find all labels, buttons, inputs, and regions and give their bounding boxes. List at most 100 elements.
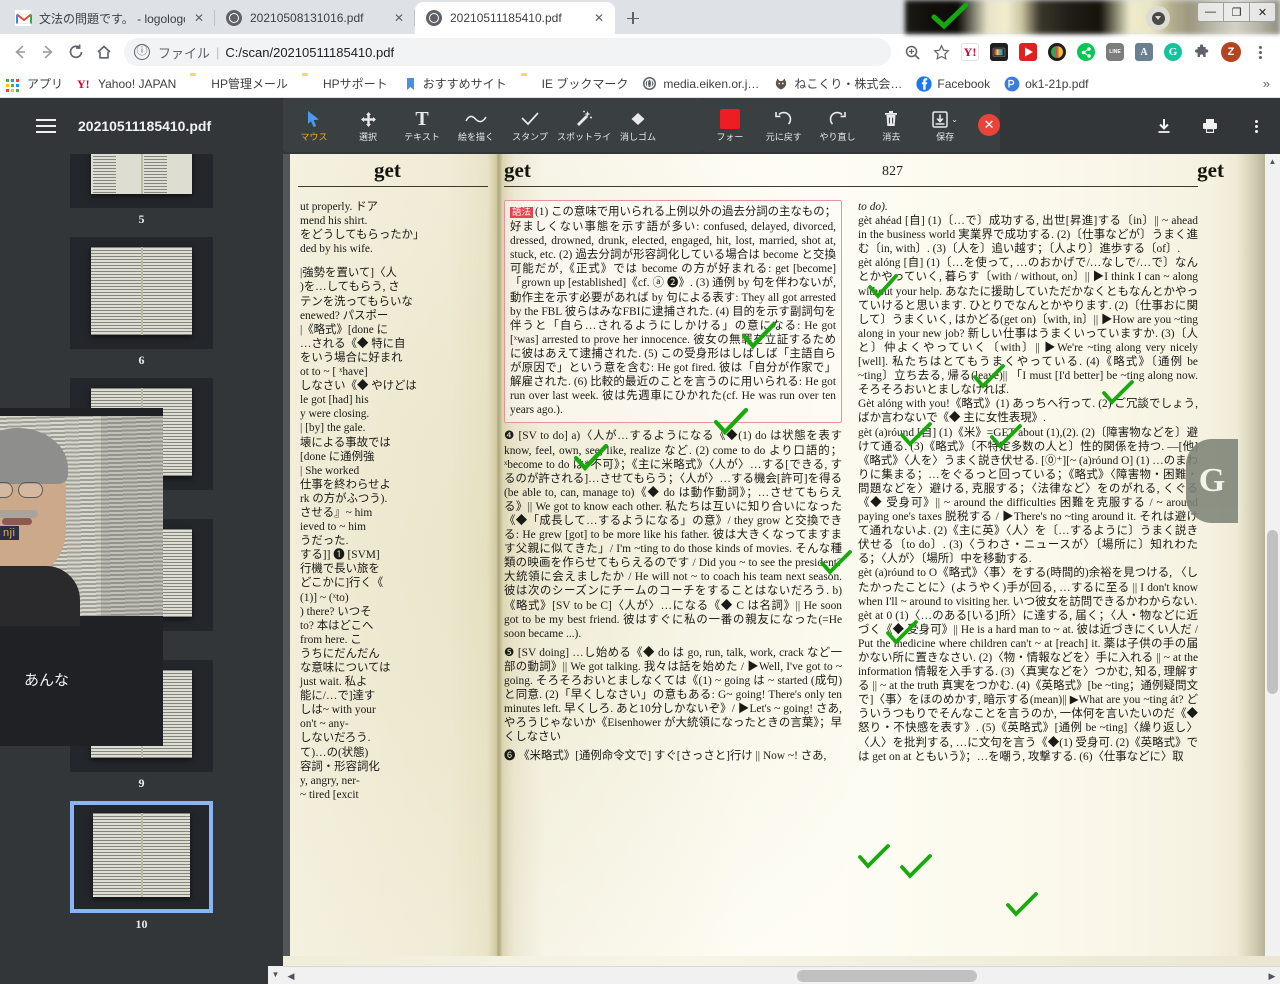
annotation-tool-clear[interactable]: 消去 — [864, 100, 918, 150]
yahoo-extension-icon[interactable]: Y! — [956, 38, 984, 66]
scroll-right-arrow[interactable]: ▶ — [1264, 967, 1280, 984]
scroll-left-arrow[interactable]: ◀ — [283, 967, 299, 984]
webcam-video-overlay[interactable]: nji あんな — [0, 408, 163, 746]
vertical-scrollbar[interactable]: ▲ ▼ — [1265, 154, 1280, 984]
entry-get-ahead: gèt ahéad [自] (1)〔…で〕成功する, 出世[昇進]する〔in〕|… — [858, 215, 1198, 256]
print-icon[interactable] — [1200, 116, 1220, 136]
scanned-dictionary-page: get get get 827 ut properly. ドア mend his… — [290, 154, 1266, 966]
kebab-menu-icon[interactable] — [1246, 116, 1266, 136]
reload-button[interactable] — [62, 38, 90, 66]
page-info-icon[interactable]: ⓘ — [134, 44, 150, 60]
scroll-down-circle-icon[interactable] — [1146, 6, 1170, 30]
annotation-tool-redo[interactable]: やり直し — [811, 100, 865, 150]
download-icon[interactable] — [1154, 116, 1174, 136]
text-t-icon: T — [415, 107, 429, 130]
avatar-initial: Z — [1227, 46, 1235, 58]
col-line: …される《◆ 特に自 — [300, 337, 406, 350]
vertical-scrollbar-thumb[interactable] — [1267, 530, 1278, 694]
video-extension-icon[interactable] — [1014, 38, 1042, 66]
annotation-tool-spotlight[interactable]: スポットライ — [557, 100, 611, 150]
bookmark-apps[interactable]: アプリ — [6, 75, 63, 92]
apps-grid-icon — [6, 76, 22, 92]
close-icon[interactable]: ✕ — [391, 10, 407, 26]
back-button[interactable] — [6, 38, 34, 66]
annotation-tool-undo[interactable]: 元に戻す — [757, 100, 811, 150]
thumbnail-page-10[interactable]: 10 — [70, 801, 213, 932]
col-line: ~ tired [excit — [300, 788, 359, 801]
annotation-tool-color[interactable]: フォー — [703, 100, 757, 150]
annotation-tool-text[interactable]: T テキスト — [395, 100, 449, 150]
annotation-tool-save[interactable]: ⌄ 保存 — [918, 100, 972, 150]
chevron-down-icon[interactable]: ⌄ — [951, 115, 958, 124]
annotation-tool-eraser[interactable]: 消しゴム — [611, 100, 665, 150]
bookmark-label: ねこくり・株式会… — [794, 77, 903, 91]
bookmark-yahoo-japan[interactable]: Y! Yahoo! JAPAN — [77, 76, 176, 92]
horizontal-scrollbar-thumb[interactable] — [797, 970, 977, 982]
browser-tab-gmail[interactable]: 文法の問題です。 - logologos1 ✕ — [4, 2, 215, 34]
chrome-menu-kebab-icon[interactable] — [1246, 38, 1274, 66]
col-line: をいう場合に好まれ — [300, 351, 403, 364]
participant-mustache — [0, 510, 38, 518]
cat-icon — [773, 76, 789, 92]
tv-extension-icon[interactable] — [985, 38, 1013, 66]
bookmark-nekokuri[interactable]: ねこくり・株式会… — [773, 75, 902, 92]
col-line: just wait. 私よ — [300, 676, 368, 689]
annotation-toolbar-left: マウス 選択 T テキスト 絵を描く スタンプ スポットライ 消しゴム — [283, 98, 703, 152]
horizontal-scrollbar[interactable]: ◀ ▶ — [283, 966, 1280, 984]
thumbnail-image — [70, 154, 213, 208]
col-line: y were closing. — [300, 408, 370, 421]
scroll-up-arrow[interactable]: ▲ — [1265, 154, 1280, 169]
colorpicker-extension-icon[interactable] — [1043, 38, 1071, 66]
annotation-tool-stamp[interactable]: スタンプ — [503, 100, 557, 150]
bookmark-eiken[interactable]: media.eiken.or.j… — [642, 76, 759, 92]
extensions-puzzle-icon[interactable] — [1188, 38, 1216, 66]
bookmark-ie-bookmarks[interactable]: IE ブックマーク — [521, 75, 629, 92]
col-line: ded by his wife. — [300, 243, 373, 256]
bookmark-hp-support[interactable]: HPサポート — [302, 75, 388, 92]
sidebar-scroll-down-arrow[interactable]: ▼ — [268, 966, 283, 984]
annotation-tool-select[interactable]: 選択 — [341, 100, 395, 150]
translate-extension-icon[interactable]: A — [1130, 38, 1158, 66]
minimize-button[interactable]: — — [1197, 2, 1224, 22]
col-line: |強勢を置いて]〈人 — [300, 267, 397, 280]
col-line: ut properly. ドア — [300, 201, 379, 213]
bookmark-label: おすすめサイト — [422, 77, 507, 91]
annotation-tool-mouse[interactable]: マウス — [287, 100, 341, 150]
color-swatch-icon — [719, 108, 740, 130]
close-icon[interactable]: ✕ — [191, 10, 207, 26]
grammarly-extension-icon[interactable]: G — [1159, 38, 1187, 66]
sense-entry-6: ❻ 《米略式》[通例命令文で] すぐ[さっさと]行け || Now ~! さあ, — [504, 750, 827, 763]
pdf-page-area[interactable]: get get get 827 ut properly. ドア mend his… — [283, 154, 1280, 984]
line-extension-icon[interactable]: LINE — [1101, 38, 1129, 66]
new-tab-button[interactable] — [619, 4, 647, 32]
close-toolbar-button[interactable]: ✕ — [978, 114, 1000, 136]
tool-label: 元に戻す — [765, 132, 802, 142]
bookmark-recommended-sites[interactable]: おすすめサイト — [402, 75, 507, 92]
bookmark-facebook[interactable]: Facebook — [916, 75, 990, 92]
thumbnail-page-5[interactable]: 5 — [70, 154, 213, 227]
tool-label: 選択 — [358, 132, 377, 142]
maximize-button[interactable]: ❐ — [1223, 2, 1250, 22]
forward-button[interactable] — [34, 38, 62, 66]
bookmark-label: アプリ — [27, 77, 64, 91]
bookmark-star-icon[interactable] — [927, 38, 955, 66]
share-extension-icon[interactable] — [1072, 38, 1100, 66]
thumbnail-page-6[interactable]: 6 — [70, 237, 213, 368]
bookmark-ok1-21p-pdf[interactable]: ok1-21p.pdf — [1004, 76, 1088, 92]
zoom-icon[interactable] — [898, 38, 926, 66]
bookmark-hp-mail[interactable]: HP管理メール — [190, 75, 288, 92]
hamburger-icon[interactable] — [36, 119, 56, 133]
close-icon[interactable]: ✕ — [591, 10, 607, 26]
annotation-tool-draw[interactable]: 絵を描く — [449, 100, 503, 150]
cursor-arrow-icon — [306, 108, 322, 130]
home-button[interactable] — [90, 38, 118, 66]
bookmarks-overflow-button[interactable]: » — [1263, 76, 1274, 91]
col-line: | [by] the gale. — [300, 422, 366, 435]
address-bar[interactable]: ⓘ ファイル | C:/scan/20210511185410.pdf — [124, 38, 891, 66]
close-window-button[interactable]: ✕ — [1249, 2, 1276, 22]
bookmarks-bar: アプリ Y! Yahoo! JAPAN HP管理メール HPサポート おすすめサ… — [0, 70, 1280, 98]
browser-tab-pdf-2[interactable]: 20210511185410.pdf ✕ — [415, 2, 615, 34]
kebab-dots — [1258, 45, 1262, 59]
browser-tab-pdf-1[interactable]: 20210508131016.pdf ✕ — [215, 2, 415, 34]
profile-avatar[interactable]: Z — [1217, 38, 1245, 66]
